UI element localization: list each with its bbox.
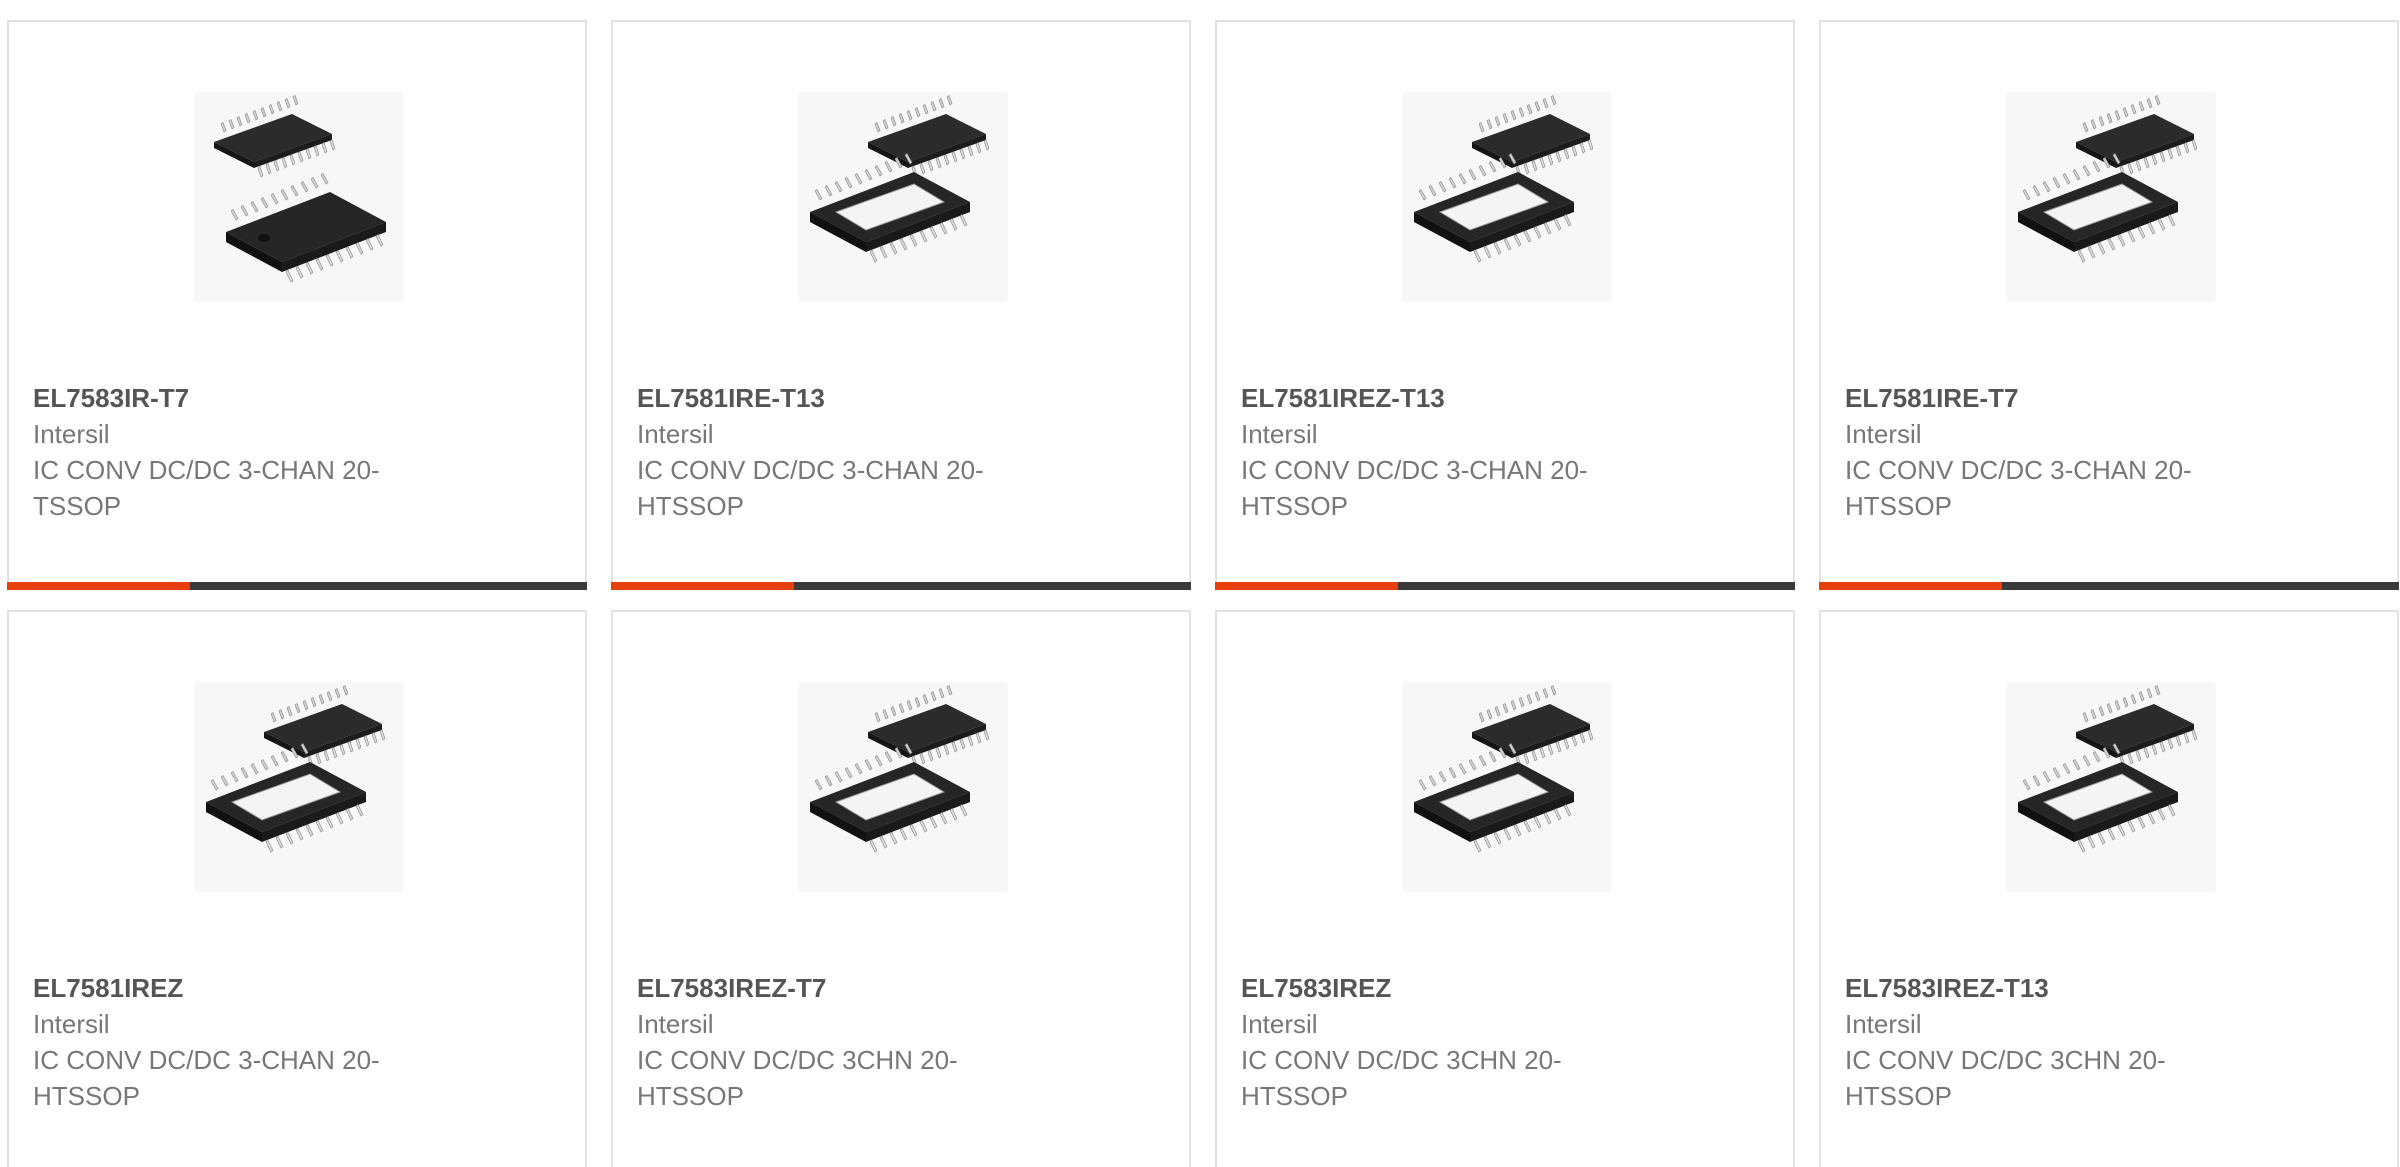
- product-card[interactable]: EL7583IREZ-T7 Intersil IC CONV DC/DC 3CH…: [611, 610, 1191, 1167]
- card-accent-bar: [7, 582, 190, 590]
- part-number-link[interactable]: EL7583IR-T7: [33, 380, 453, 416]
- card-accent-bar: [1819, 582, 2002, 590]
- part-number-link[interactable]: EL7583IREZ: [1241, 970, 1661, 1006]
- manufacturer-name: Intersil: [33, 419, 110, 449]
- product-description: IC CONV DC/DC 3-CHAN 20-TSSOP: [33, 455, 380, 521]
- product-card[interactable]: EL7581IRE-T7 Intersil IC CONV DC/DC 3-CH…: [1819, 20, 2399, 590]
- manufacturer-name: Intersil: [637, 1009, 714, 1039]
- product-info: EL7581IRE-T7 Intersil IC CONV DC/DC 3-CH…: [1845, 380, 2265, 524]
- manufacturer-name: Intersil: [1241, 419, 1318, 449]
- product-image[interactable]: [798, 92, 1008, 302]
- product-card[interactable]: EL7583IREZ Intersil IC CONV DC/DC 3CHN 2…: [1215, 610, 1795, 1167]
- product-info: EL7581IRE-T13 Intersil IC CONV DC/DC 3-C…: [637, 380, 1057, 524]
- product-grid: EL7583IR-T7 Intersil IC CONV DC/DC 3-CHA…: [0, 0, 2400, 1167]
- product-info: EL7583IR-T7 Intersil IC CONV DC/DC 3-CHA…: [33, 380, 453, 524]
- product-image[interactable]: [798, 682, 1008, 892]
- part-number-link[interactable]: EL7581IRE-T7: [1845, 380, 2265, 416]
- product-info: EL7581IREZ-T13 Intersil IC CONV DC/DC 3-…: [1241, 380, 1661, 524]
- product-card[interactable]: EL7581IREZ Intersil IC CONV DC/DC 3-CHAN…: [7, 610, 587, 1167]
- product-image[interactable]: [1402, 682, 1612, 892]
- product-description: IC CONV DC/DC 3-CHAN 20-HTSSOP: [33, 1045, 380, 1111]
- part-number-link[interactable]: EL7583IREZ-T7: [637, 970, 1057, 1006]
- product-card[interactable]: EL7581IRE-T13 Intersil IC CONV DC/DC 3-C…: [611, 20, 1191, 590]
- part-number-link[interactable]: EL7583IREZ-T13: [1845, 970, 2265, 1006]
- manufacturer-name: Intersil: [1845, 1009, 1922, 1039]
- htssop-chip-image: [2018, 685, 2198, 853]
- product-card[interactable]: EL7583IREZ-T13 Intersil IC CONV DC/DC 3C…: [1819, 610, 2399, 1167]
- product-image[interactable]: [2006, 682, 2216, 892]
- card-bottom-bar: [7, 582, 587, 590]
- part-number-link[interactable]: EL7581IREZ: [33, 970, 453, 1006]
- manufacturer-name: Intersil: [637, 419, 714, 449]
- part-number-link[interactable]: EL7581IRE-T13: [637, 380, 1057, 416]
- product-info: EL7583IREZ-T7 Intersil IC CONV DC/DC 3CH…: [637, 970, 1057, 1114]
- product-description: IC CONV DC/DC 3CHN 20-HTSSOP: [637, 1045, 958, 1111]
- tssop-chip-image: [214, 95, 386, 283]
- manufacturer-name: Intersil: [1845, 419, 1922, 449]
- product-image[interactable]: [194, 682, 404, 892]
- htssop-chip-image: [810, 685, 990, 853]
- htssop-chip-image: [206, 685, 386, 853]
- card-bottom-bar: [1819, 582, 2399, 590]
- card-accent-bar: [611, 582, 794, 590]
- card-accent-bar: [1215, 582, 1398, 590]
- card-bottom-bar: [1215, 582, 1795, 590]
- manufacturer-name: Intersil: [33, 1009, 110, 1039]
- product-info: EL7583IREZ-T13 Intersil IC CONV DC/DC 3C…: [1845, 970, 2265, 1114]
- product-card[interactable]: EL7581IREZ-T13 Intersil IC CONV DC/DC 3-…: [1215, 20, 1795, 590]
- product-description: IC CONV DC/DC 3-CHAN 20-HTSSOP: [637, 455, 984, 521]
- manufacturer-name: Intersil: [1241, 1009, 1318, 1039]
- htssop-chip-image: [2018, 95, 2198, 263]
- product-description: IC CONV DC/DC 3CHN 20-HTSSOP: [1241, 1045, 1562, 1111]
- product-image[interactable]: [194, 92, 404, 302]
- htssop-chip-image: [1414, 95, 1594, 263]
- product-description: IC CONV DC/DC 3-CHAN 20-HTSSOP: [1845, 455, 2192, 521]
- htssop-chip-image: [810, 95, 990, 263]
- product-description: IC CONV DC/DC 3-CHAN 20-HTSSOP: [1241, 455, 1588, 521]
- product-info: EL7583IREZ Intersil IC CONV DC/DC 3CHN 2…: [1241, 970, 1661, 1114]
- part-number-link[interactable]: EL7581IREZ-T13: [1241, 380, 1661, 416]
- card-bottom-bar: [611, 582, 1191, 590]
- product-card[interactable]: EL7583IR-T7 Intersil IC CONV DC/DC 3-CHA…: [7, 20, 587, 590]
- product-description: IC CONV DC/DC 3CHN 20-HTSSOP: [1845, 1045, 2166, 1111]
- htssop-chip-image: [1414, 685, 1594, 853]
- product-image[interactable]: [1402, 92, 1612, 302]
- product-info: EL7581IREZ Intersil IC CONV DC/DC 3-CHAN…: [33, 970, 453, 1114]
- product-image[interactable]: [2006, 92, 2216, 302]
